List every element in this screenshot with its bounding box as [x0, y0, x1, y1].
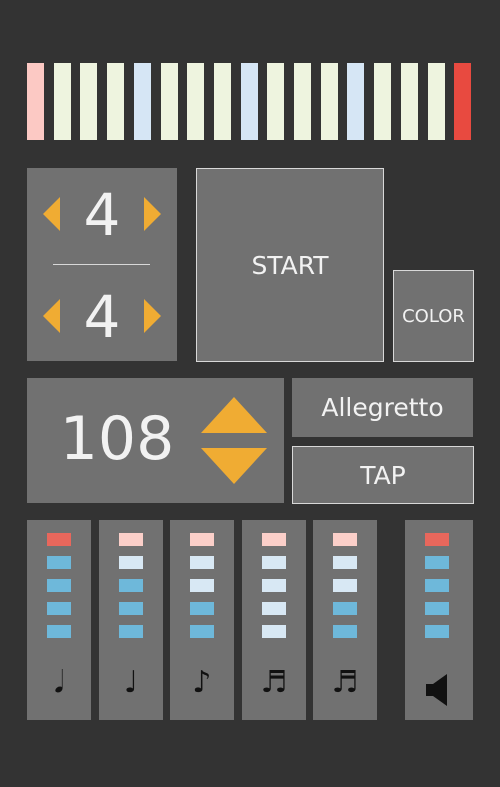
- level-led: [119, 625, 143, 638]
- tempo-increase-arrow-icon[interactable]: [201, 397, 267, 433]
- level-led: [333, 556, 357, 569]
- level-led: [190, 533, 214, 546]
- level-led: [190, 556, 214, 569]
- level-led: [262, 625, 286, 638]
- level-led: [333, 602, 357, 615]
- channel-4[interactable]: ♬: [242, 520, 306, 720]
- level-led: [119, 579, 143, 592]
- volume-led: [425, 556, 449, 569]
- level-led: [47, 602, 71, 615]
- denominator-increase-arrow-icon[interactable]: [144, 299, 161, 333]
- time-signature-panel: 4 4: [27, 168, 177, 361]
- speaker-icon: [426, 674, 447, 706]
- level-led: [47, 625, 71, 638]
- time-signature-numerator: 4: [83, 181, 121, 249]
- volume-led: [425, 579, 449, 592]
- volume-channel[interactable]: [405, 520, 473, 720]
- beat-indicator-normal: [161, 63, 178, 140]
- level-led: [47, 579, 71, 592]
- denominator-decrease-arrow-icon[interactable]: [43, 299, 60, 333]
- level-led: [262, 579, 286, 592]
- start-button-label: START: [251, 250, 329, 280]
- beat-indicator-normal: [187, 63, 204, 140]
- channel-3[interactable]: ♪: [170, 520, 234, 720]
- beat-indicator-downbeat: [134, 63, 151, 140]
- tempo-panel: 108: [27, 378, 284, 503]
- beat-indicator-normal: [321, 63, 338, 140]
- level-led: [190, 579, 214, 592]
- eighth-note-icon: ♪: [192, 665, 212, 700]
- tempo-marking-label: Allegretto: [321, 393, 444, 422]
- beat-indicator-normal: [54, 63, 71, 140]
- start-button[interactable]: START: [196, 168, 384, 362]
- tap-button-label: TAP: [360, 460, 406, 490]
- accent-quarter-note-icon: 𝅘𝅥: [54, 665, 64, 700]
- beat-indicator-normal: [401, 63, 418, 140]
- beat-indicator-normal: [214, 63, 231, 140]
- beat-indicator-normal: [294, 63, 311, 140]
- color-button[interactable]: COLOR: [393, 270, 474, 362]
- level-led: [119, 556, 143, 569]
- beat-indicator-normal: [267, 63, 284, 140]
- beat-indicator-downbeat: [347, 63, 364, 140]
- volume-led: [425, 602, 449, 615]
- time-signature-divider: [53, 264, 150, 265]
- level-led: [262, 602, 286, 615]
- beat-indicator-accent-pink: [27, 63, 44, 140]
- level-led: [119, 533, 143, 546]
- level-led: [119, 602, 143, 615]
- beat-indicator-downbeat: [241, 63, 258, 140]
- numerator-decrease-arrow-icon[interactable]: [43, 197, 60, 231]
- level-led: [262, 556, 286, 569]
- level-led: [190, 625, 214, 638]
- beat-indicator-normal: [107, 63, 124, 140]
- level-led: [47, 556, 71, 569]
- level-led: [333, 579, 357, 592]
- triplet-sixteenth-notes-icon: ♬: [260, 665, 288, 700]
- beat-indicator-normal: [374, 63, 391, 140]
- channel-1[interactable]: 𝅘𝅥: [27, 520, 91, 720]
- level-led: [47, 533, 71, 546]
- volume-led: [425, 625, 449, 638]
- channel-2[interactable]: ♩: [99, 520, 163, 720]
- beat-indicator-current: [454, 63, 471, 140]
- tempo-marking-button[interactable]: Allegretto: [292, 378, 473, 437]
- level-led: [333, 533, 357, 546]
- tempo-decrease-arrow-icon[interactable]: [201, 448, 267, 484]
- level-led: [190, 602, 214, 615]
- beat-indicator-normal: [428, 63, 445, 140]
- volume-led: [425, 533, 449, 546]
- beat-indicator-normal: [80, 63, 97, 140]
- numerator-increase-arrow-icon[interactable]: [144, 197, 161, 231]
- sixteenth-notes-icon: ♬: [331, 665, 359, 700]
- time-signature-denominator: 4: [83, 283, 121, 351]
- color-button-label: COLOR: [402, 305, 465, 327]
- tap-button[interactable]: TAP: [292, 446, 474, 504]
- level-led: [262, 533, 286, 546]
- level-led: [333, 625, 357, 638]
- quarter-note-icon: ♩: [123, 665, 139, 700]
- channel-5[interactable]: ♬: [313, 520, 377, 720]
- tempo-bpm-value: 108: [59, 404, 175, 474]
